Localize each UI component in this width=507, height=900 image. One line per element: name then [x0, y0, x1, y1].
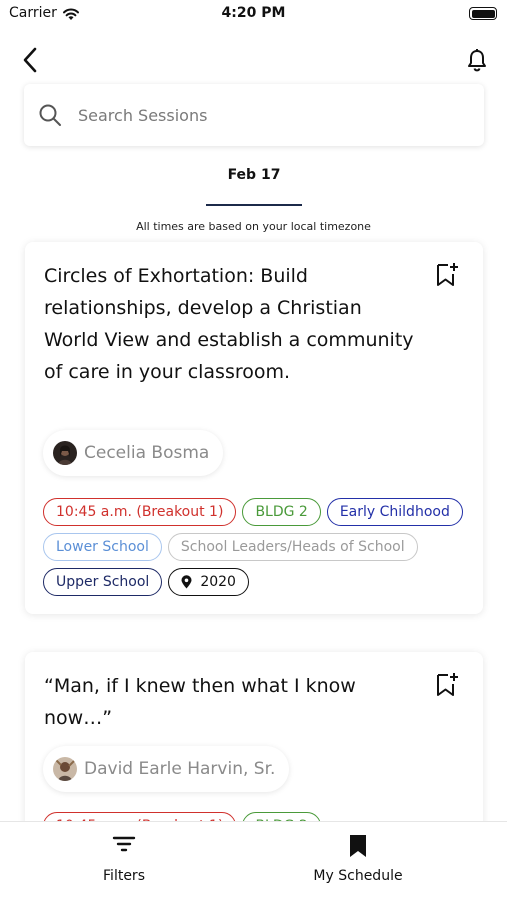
status-bar: Carrier 4:20 PM	[0, 0, 507, 30]
session-title: Circles of Exhortation: Build relationsh…	[44, 265, 414, 383]
bookmark-icon	[350, 835, 366, 857]
speaker-chip[interactable]: David Earle Harvin, Sr.	[43, 746, 290, 792]
date-tab-feb-17[interactable]: Feb 17	[206, 158, 302, 206]
location-pin-icon	[181, 575, 192, 589]
selected-tab-indicator	[206, 204, 302, 206]
speaker-chip[interactable]: Cecelia Bosma	[43, 430, 224, 476]
avatar	[53, 757, 77, 781]
date-tab-label: Feb 17	[227, 167, 281, 183]
tag-track: Lower School	[43, 533, 162, 561]
tag-track: Early Childhood	[326, 498, 463, 526]
search-bar[interactable]	[24, 84, 484, 146]
chevron-left-icon	[23, 47, 37, 73]
clock: 4:20 PM	[221, 5, 286, 21]
back-button[interactable]	[16, 44, 44, 76]
tag-room: 2020	[168, 568, 249, 596]
search-icon	[39, 104, 61, 126]
add-to-schedule-button[interactable]	[435, 672, 461, 700]
tab-my-schedule[interactable]: My Schedule	[258, 822, 458, 900]
tag-room-label: 2020	[200, 574, 236, 590]
add-to-schedule-button[interactable]	[435, 262, 461, 290]
session-card[interactable]: Circles of Exhortation: Build relationsh…	[25, 242, 483, 614]
tag-building: BLDG 2	[242, 498, 321, 526]
timezone-note: All times are based on your local timezo…	[136, 220, 371, 233]
bottom-tab-bar: Filters My Schedule	[0, 821, 507, 900]
speaker-name: Cecelia Bosma	[84, 443, 210, 463]
avatar	[53, 441, 77, 465]
tag-time: 10:45 a.m. (Breakout 1)	[43, 498, 237, 526]
bookmark-add-icon	[437, 673, 458, 696]
session-title: “Man, if I knew then what I know now…”	[44, 675, 356, 729]
notifications-button[interactable]	[461, 44, 493, 76]
bell-icon	[468, 49, 486, 72]
tag-track: School Leaders/Heads of School	[167, 533, 418, 561]
tab-my-schedule-label: My Schedule	[313, 868, 403, 884]
battery-icon	[469, 7, 497, 20]
session-tags: 10:45 a.m. (Breakout 1) BLDG 2 Early Chi…	[43, 498, 473, 596]
speaker-name: David Earle Harvin, Sr.	[84, 759, 276, 779]
search-input[interactable]	[78, 105, 458, 125]
tag-track: Upper School	[43, 568, 163, 596]
filter-icon	[112, 836, 136, 852]
tab-filters[interactable]: Filters	[24, 822, 224, 900]
bookmark-add-icon	[437, 263, 458, 286]
tab-filters-label: Filters	[103, 868, 145, 884]
